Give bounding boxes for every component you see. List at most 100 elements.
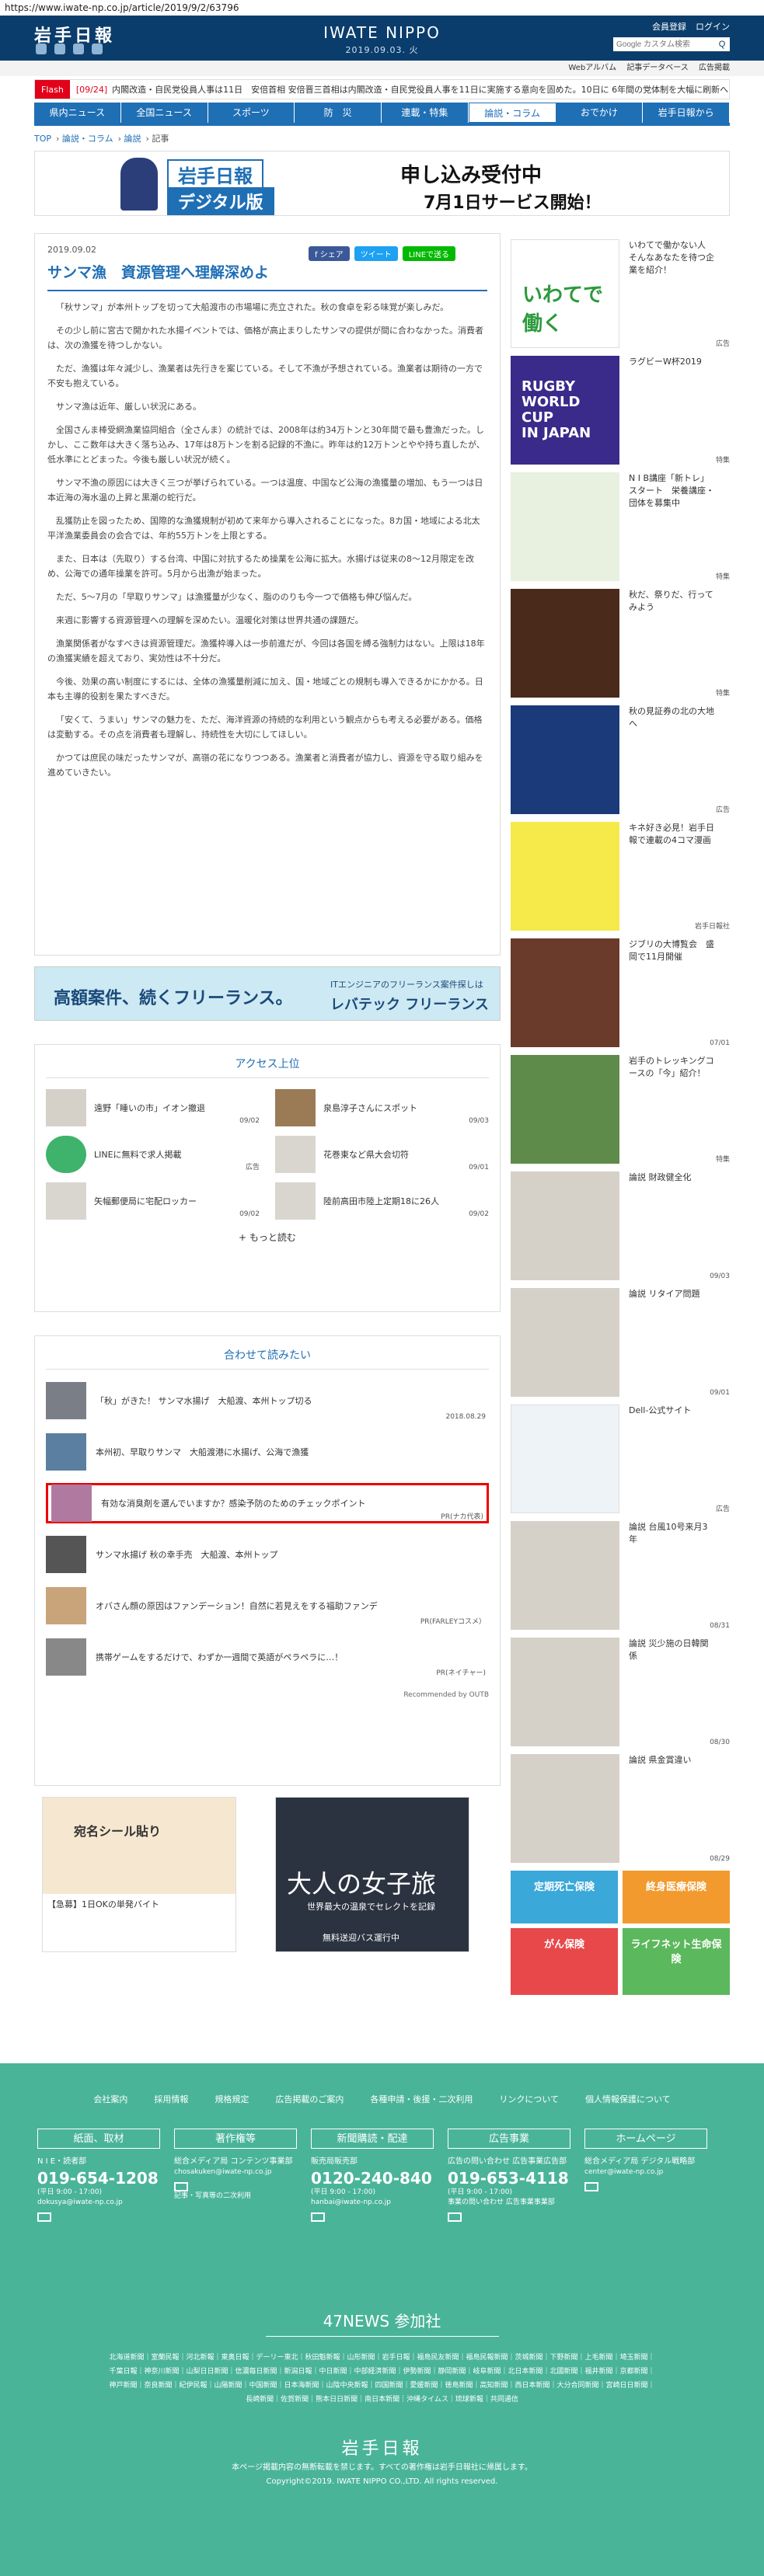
subnav-database[interactable]: 記事データベース (626, 64, 689, 72)
side-item[interactable]: ジブリの大博覧会 盛岡で11月開催 07/01 (511, 932, 730, 1049)
flash-text[interactable]: 内閣改造・自民党役員人事は11日 安倍首相 安倍晋三首相は内閣改造・自民党役員人… (112, 83, 728, 96)
nav-outing[interactable]: おでかけ (556, 103, 644, 123)
recommended-by[interactable]: Recommended by OUTB (46, 1691, 489, 1699)
ranking-item[interactable]: 花巻東など県大会切符 09/01 (275, 1136, 489, 1173)
partner-papers[interactable]: 北海道新聞｜室蘭民報｜河北新報｜東奥日報｜デーリー東北｜秋田魁新報｜山形新聞｜岩… (109, 2351, 655, 2407)
side-item[interactable]: キネ好き必見！岩手日報で連載の4コマ漫画 岩手日報社 (511, 816, 730, 932)
side-item[interactable]: 岩手のトレッキングコースの「今」紹介！ 特集 (511, 1049, 730, 1165)
contact-hours: (平日 9:00 - 17:00) (448, 2188, 512, 2196)
side-item[interactable]: Dell-公式サイト 広告 (511, 1398, 730, 1515)
subnav-ad[interactable]: 広告掲載 (699, 64, 730, 72)
footer-link[interactable]: 規格規定 (215, 2093, 249, 2105)
side-item[interactable]: 論説 県金賞違い 08/29 (511, 1748, 730, 1864)
contact-email[interactable]: center@iwate-np.co.jp (584, 2167, 707, 2177)
side-text: 論説 台風10号来月3年 (629, 1522, 708, 1544)
ranking-item[interactable]: 矢幅郵便局に宅配ロッカー 09/02 (46, 1182, 260, 1220)
related-item[interactable]: サンマ水揚げ 秋の幸手売 大船渡、本州トップ (46, 1534, 489, 1575)
side-item[interactable]: 論説 リタイア問題 09/01 (511, 1282, 730, 1398)
thumbnail (46, 1587, 86, 1624)
flash-news[interactable]: Flash [09/24] 内閣改造・自民党役員人事は11日 安倍首相 安倍晋三… (34, 79, 730, 99)
facebook-share-button[interactable]: f シェア (309, 246, 350, 261)
nav-national[interactable]: 全国ニュース (120, 103, 208, 123)
side-item[interactable]: N I B講座「新トレ」スタート 栄養講座・団体を募集中 特集 (511, 466, 730, 583)
ranking-item[interactable]: 陸前高田市陸上定期18に26人 09/02 (275, 1182, 489, 1220)
side-item[interactable]: 論説 災少施の日韓関係 08/30 (511, 1631, 730, 1748)
job-ad[interactable]: 宛名シール貼り 【急募】1日OKの単発バイト (42, 1797, 236, 1952)
crumb-ronsetsu[interactable]: 論説 (124, 134, 141, 144)
footer-link[interactable]: 各種申請・後援・二次利用 (370, 2093, 473, 2105)
register-link[interactable]: 会員登録 (652, 22, 686, 32)
side-text: 岩手のトレッキングコースの「今」紹介！ (629, 1056, 714, 1078)
footer-link[interactable]: 会社案内 (93, 2093, 127, 2105)
global-nav: 県内ニュース 全国ニュース スポーツ 防 災 連載・特集 論説・コラム おでかけ… (34, 103, 730, 123)
nav-local[interactable]: 県内ニュース (34, 103, 121, 123)
side-item[interactable]: 秋の見証券の北の大地へ 広告 (511, 699, 730, 816)
related-item[interactable]: オバさん顔の原因はファンデーション！自然に若見えをする福助ファンデ PR(FARL… (46, 1586, 489, 1626)
related-item[interactable]: 携帯ゲームをするだけで、わずか一週間で英語がペラペラに…！ PR(ネイチャー) (46, 1637, 489, 1677)
contact-phone[interactable]: 019-654-1208 (37, 2169, 160, 2188)
ranking-date: 09/02 (239, 1117, 260, 1125)
footer-link[interactable]: 採用情報 (154, 2093, 188, 2105)
contact-email[interactable]: hanbai@iwate-np.co.jp (311, 2198, 434, 2208)
side-date: 09/01 (710, 1389, 730, 1397)
nav-editorial[interactable]: 論説・コラム (468, 103, 556, 123)
side-image (511, 1754, 619, 1863)
share-buttons: f シェア ツイート LINEで送る (309, 246, 456, 261)
mail-icon[interactable] (37, 2212, 51, 2222)
contact-email[interactable]: chosakuken@iwate-np.co.jp (174, 2167, 297, 2177)
side-image (511, 1055, 619, 1164)
related-item-highlighted[interactable]: 有効な消臭剤を選んでいますか？感染予防のためのチェックポイント PR(ナカ代表) (46, 1483, 489, 1523)
subnav-album[interactable]: Webアルバム (568, 64, 616, 72)
crumb-editorial[interactable]: 論説・コラム (62, 134, 113, 144)
contact-phone[interactable]: 019-653-4118 (448, 2169, 570, 2188)
side-item[interactable]: 論説 財政健全化 09/03 (511, 1165, 730, 1282)
ranking-item[interactable]: 泉島淳子さんにスポット 09/03 (275, 1089, 489, 1126)
search-button[interactable]: Q (714, 37, 730, 51)
side-image (511, 822, 619, 931)
nav-series[interactable]: 連載・特集 (382, 103, 469, 123)
footer-link[interactable]: リンクについて (499, 2093, 559, 2105)
nav-from-nippo[interactable]: 岩手日報から (643, 103, 730, 123)
footer-logo[interactable]: 岩手日報 (0, 2435, 764, 2459)
thumbnail (46, 1638, 86, 1676)
digital-banner[interactable]: 岩手日報 デジタル版 申し込み受付中 7月1日サービス開始！ (34, 151, 730, 216)
line-share-button[interactable]: LINEで送る (402, 246, 456, 261)
login-link[interactable]: ログイン (696, 22, 730, 32)
travel-ad[interactable]: 大人の女子旅 世界最大の温泉でセレクトを記録 無料送迎バス運行中 (275, 1797, 469, 1952)
more-button[interactable]: + もっと読む (46, 1231, 489, 1244)
search-input[interactable] (613, 37, 714, 51)
side-text: 論説 リタイア問題 (629, 1289, 700, 1299)
ad-text: 【急募】1日OKの単発バイト (47, 1899, 159, 1909)
ranking-item[interactable]: 遠野「睡いの市」イオン撤退 09/02 (46, 1089, 260, 1126)
nav-sports[interactable]: スポーツ (208, 103, 295, 123)
side-item[interactable]: 論説 台風10号来月3年 08/31 (511, 1515, 730, 1631)
mail-icon[interactable] (311, 2212, 325, 2222)
ranking-item[interactable]: LINEに無料で求人掲載 広告 (46, 1136, 260, 1173)
contact-email[interactable]: dokusya@iwate-np.co.jp (37, 2198, 160, 2208)
side-date: 09/03 (710, 1272, 730, 1280)
contact-dept: 総合メディア局 デジタル戦略部 (584, 2157, 696, 2166)
article-title: サンマ漁 資源管理へ理解深めよ (47, 261, 487, 291)
mail-icon[interactable] (584, 2182, 598, 2191)
related-item[interactable]: 「秋」がきた！ サンマ水揚げ 大船渡、本州トップ切る 2018.08.29 (46, 1380, 489, 1421)
nav-disaster[interactable]: 防 災 (295, 103, 382, 123)
mail-icon[interactable] (174, 2182, 188, 2191)
footer-link[interactable]: 個人情報保護について (585, 2093, 671, 2105)
footer-link[interactable]: 広告掲載のご案内 (275, 2093, 344, 2105)
side-item[interactable]: RUGBY WORLD CUP IN JAPAN ラグビーW杯2019 特集 (511, 350, 730, 466)
side-item[interactable]: 秋だ、祭りだ、行ってみよう 特集 (511, 583, 730, 699)
side-item[interactable]: いわてで働く いわてで働かない人 そんなあなたを待つ企業を紹介！ 広告 (511, 233, 730, 350)
contact-note[interactable]: 記事・写真等の二次利用 (174, 2191, 297, 2202)
levtech-ad[interactable]: 高額案件、続くフリーランス。 ITエンジニアのフリーランス案件探しは レバテック… (34, 966, 501, 1021)
crumb-top[interactable]: TOP (34, 134, 51, 144)
access-ranking: アクセス上位 遠野「睡いの市」イオン撤退 09/02 泉島淳子さんにスポット 09/… (34, 1044, 501, 1312)
related-item[interactable]: 本州初、早取りサンマ 大船渡港に水揚げ、公海で漁獲 (46, 1432, 489, 1472)
insurance-ad[interactable]: 定期死亡保険 終身医療保険 がん保険 ライフネット生命保険 (511, 1871, 730, 1995)
url-bar[interactable]: https://www.iwate-np.co.jp/article/2019/… (0, 0, 764, 16)
contact-phone[interactable]: 0120-240-840 (311, 2169, 434, 2188)
side-image (511, 1521, 619, 1630)
mail-icon[interactable] (448, 2212, 462, 2222)
ad-text: 世界最大の温泉でセレクトを記録 (307, 1902, 435, 1912)
tweet-button[interactable]: ツイート (354, 246, 398, 261)
ranking-title: LINEに無料で求人掲載 (94, 1150, 182, 1160)
